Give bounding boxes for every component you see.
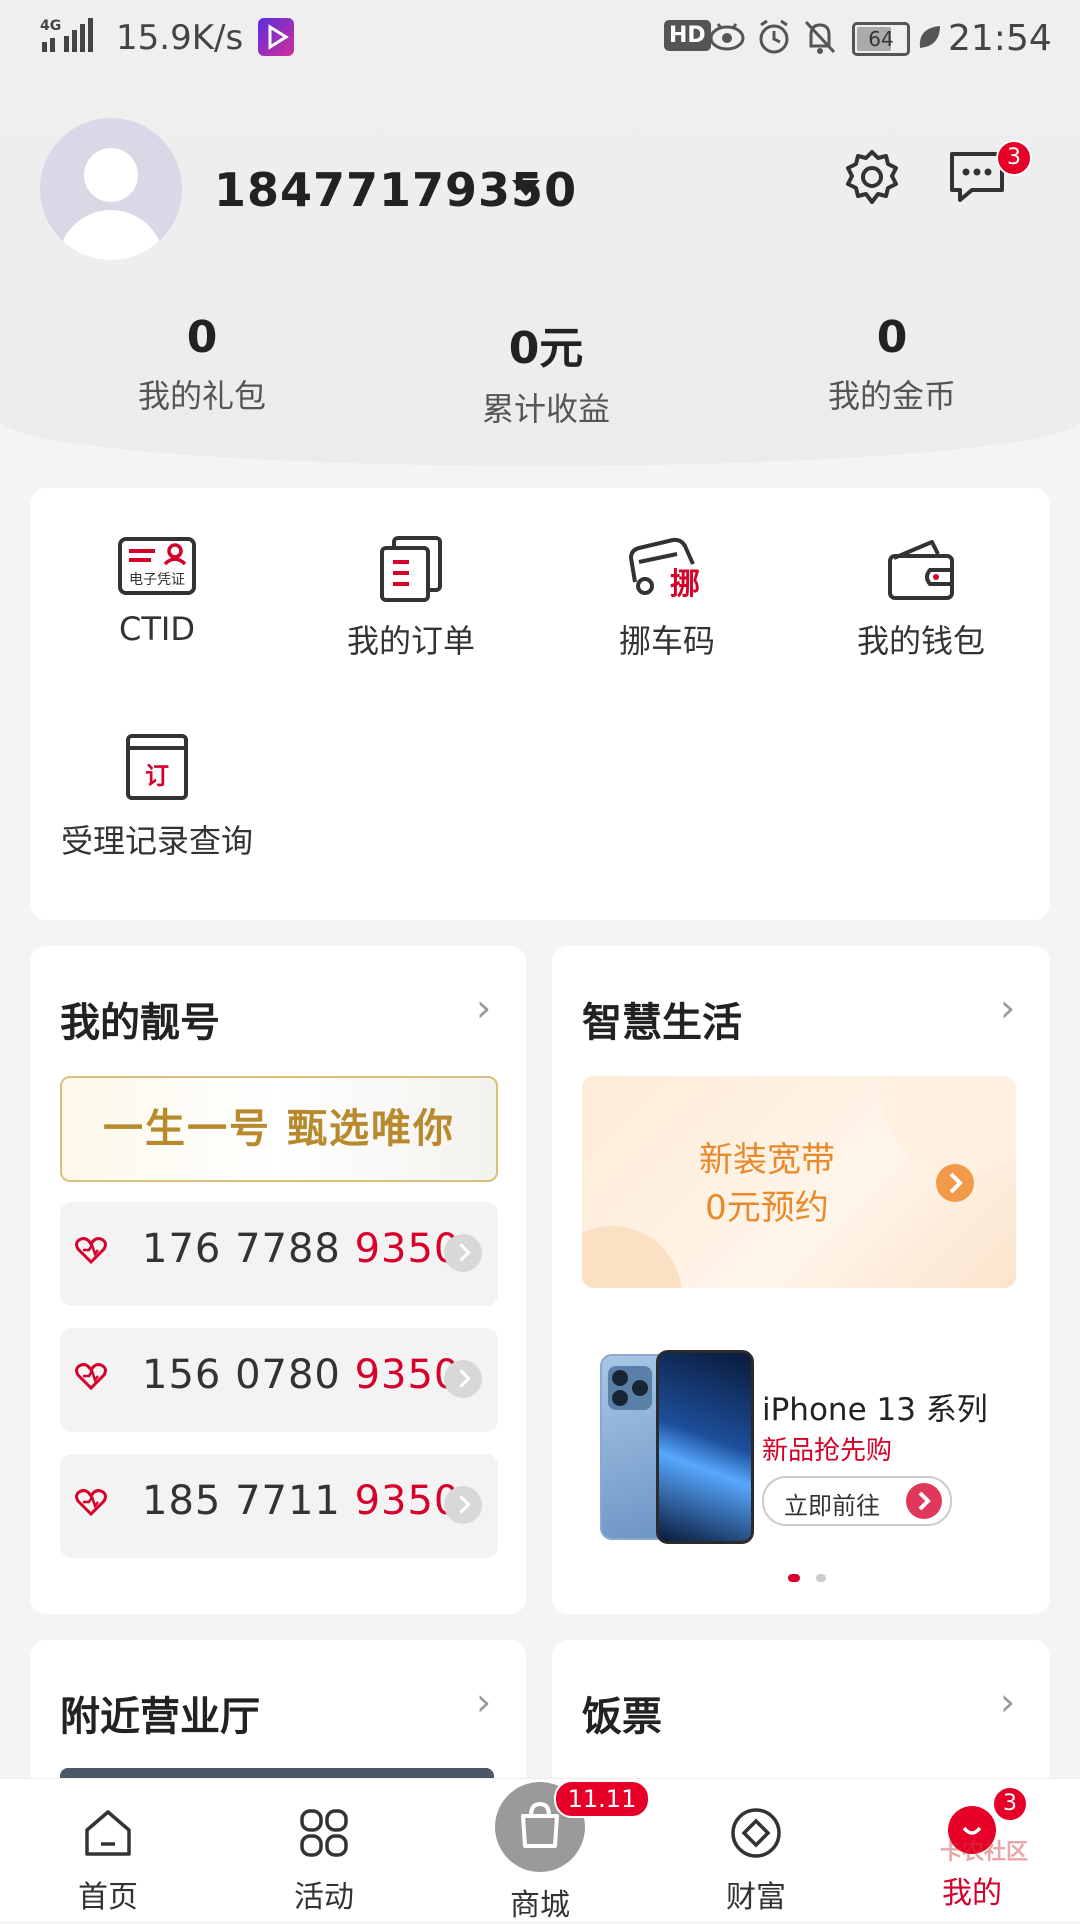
arrow-right-icon bbox=[444, 1486, 482, 1524]
svg-text:挪: 挪 bbox=[670, 567, 700, 602]
smart-life-title: 智慧生活 bbox=[582, 1000, 742, 1046]
e-credential-icon: 电子凭证 bbox=[118, 537, 196, 595]
product-title: iPhone 13 系列 bbox=[762, 1392, 988, 1428]
arrow-right-icon bbox=[444, 1360, 482, 1398]
stat-label: 累计收益 bbox=[481, 390, 610, 428]
tab-label: 首页 bbox=[78, 1880, 138, 1915]
stat-label: 我的礼包 bbox=[137, 377, 266, 415]
mall-event-badge: 11.11 bbox=[554, 1780, 650, 1818]
svg-text:电子凭证: 电子凭证 bbox=[129, 572, 185, 588]
lucky-number-row[interactable]: 185 7711 9350 bbox=[60, 1454, 498, 1558]
go-now-button[interactable]: 立即前往 bbox=[762, 1476, 952, 1526]
iphone-image bbox=[600, 1350, 754, 1544]
nearby-title: 附近营业厅 bbox=[60, 1694, 260, 1740]
lucky-numbers-chevron-icon[interactable]: › bbox=[476, 986, 491, 1030]
service-orders[interactable]: 我的订单 bbox=[296, 536, 526, 662]
svg-text:4G: 4G bbox=[40, 18, 61, 34]
wealth-icon bbox=[731, 1808, 781, 1858]
home-icon bbox=[85, 1810, 131, 1856]
lucky-numbers-title: 我的靓号 bbox=[60, 1000, 220, 1046]
mine-badge: 3 bbox=[992, 1786, 1028, 1822]
product-subtitle: 新品抢先购 bbox=[762, 1436, 893, 1466]
lucky-number: 176 7788 9350 bbox=[142, 1226, 461, 1272]
tab-label: 财富 bbox=[726, 1880, 786, 1915]
stat-gift[interactable]: 0 我的礼包 bbox=[72, 312, 332, 417]
activity-icon bbox=[300, 1809, 348, 1857]
leaf-icon bbox=[916, 22, 942, 56]
move-car-icon: 挪 bbox=[629, 537, 700, 602]
broadband-banner[interactable]: 新装宽带 0元预约 bbox=[582, 1076, 1016, 1288]
stat-value: 0 bbox=[186, 312, 218, 363]
broadband-line1: 新装宽带 bbox=[699, 1140, 835, 1180]
carousel-dot bbox=[816, 1574, 826, 1582]
watermark: 卡农社区 bbox=[940, 1840, 1029, 1865]
tab-label: 活动 bbox=[294, 1880, 354, 1915]
arrow-right-icon bbox=[444, 1234, 482, 1272]
service-label: 我的订单 bbox=[346, 622, 475, 660]
status-bar: 4G 15.9K/s HD 64 21:54 bbox=[0, 0, 1080, 76]
lucky-number: 156 0780 9350 bbox=[142, 1352, 461, 1398]
account-dropdown-icon[interactable] bbox=[512, 180, 540, 196]
service-move-car[interactable]: 挪 挪车码 bbox=[552, 532, 782, 662]
smart-life-chevron-icon[interactable]: › bbox=[1000, 986, 1015, 1030]
lucky-number: 185 7711 9350 bbox=[142, 1478, 461, 1524]
alarm-icon bbox=[756, 18, 792, 60]
tab-label: 我的 bbox=[942, 1876, 1002, 1911]
wallet-icon bbox=[888, 540, 954, 600]
carousel-dot-active bbox=[788, 1574, 800, 1582]
nearby-chevron-icon[interactable]: › bbox=[476, 1680, 491, 1724]
network-speed: 15.9K/s bbox=[116, 18, 244, 58]
battery-icon: 64 bbox=[852, 22, 910, 56]
service-records[interactable]: 订 受理记录查询 bbox=[42, 732, 272, 862]
service-wallet[interactable]: 我的钱包 bbox=[806, 536, 1036, 662]
stat-coins[interactable]: 0 我的金币 bbox=[762, 312, 1022, 417]
service-label: 受理记录查询 bbox=[60, 822, 253, 860]
message-badge: 3 bbox=[996, 140, 1032, 176]
meal-chevron-icon[interactable]: › bbox=[1000, 1680, 1015, 1724]
signal-icon: 4G bbox=[40, 16, 96, 60]
service-label: CTID bbox=[119, 610, 195, 648]
tab-activity[interactable]: 活动 bbox=[254, 1806, 394, 1916]
video-app-icon bbox=[258, 18, 294, 56]
stat-value: 0元 bbox=[508, 323, 584, 374]
lucky-banner[interactable]: 一生一号 甄选唯你 bbox=[60, 1076, 498, 1182]
service-label: 挪车码 bbox=[618, 622, 715, 660]
broadband-line2: 0元预约 bbox=[705, 1188, 829, 1228]
go-now-label: 立即前往 bbox=[784, 1492, 880, 1520]
tab-home[interactable]: 首页 bbox=[38, 1806, 178, 1916]
tab-label: 商城 bbox=[510, 1888, 570, 1923]
clock: 21:54 bbox=[948, 18, 1052, 59]
stat-label: 我的金币 bbox=[827, 377, 956, 415]
heart-icon bbox=[75, 1237, 107, 1265]
tab-wealth[interactable]: 财富 bbox=[686, 1806, 826, 1916]
hd-icon: HD bbox=[664, 20, 711, 51]
avatar[interactable] bbox=[40, 118, 182, 260]
service-ctid[interactable]: 电子凭证 CTID bbox=[42, 536, 272, 648]
lucky-number-row[interactable]: 156 0780 9350 bbox=[60, 1328, 498, 1432]
heart-icon bbox=[75, 1363, 107, 1391]
svg-text:订: 订 bbox=[145, 762, 169, 790]
go-arrow-icon bbox=[906, 1483, 942, 1519]
settings-gear-icon[interactable] bbox=[842, 148, 902, 212]
stat-value: 0 bbox=[876, 312, 908, 363]
broadband-arrow-icon bbox=[936, 1164, 974, 1202]
stat-earnings[interactable]: 0元 累计收益 bbox=[416, 312, 676, 430]
meal-title: 饭票 bbox=[582, 1694, 662, 1740]
service-label: 我的钱包 bbox=[856, 622, 985, 660]
order-list-icon bbox=[380, 536, 442, 602]
lucky-number-row[interactable]: 176 7788 9350 bbox=[60, 1202, 498, 1306]
heart-icon bbox=[75, 1489, 107, 1517]
eye-icon bbox=[708, 20, 746, 58]
record-icon: 订 bbox=[126, 734, 188, 800]
mute-bell-icon bbox=[802, 18, 838, 60]
